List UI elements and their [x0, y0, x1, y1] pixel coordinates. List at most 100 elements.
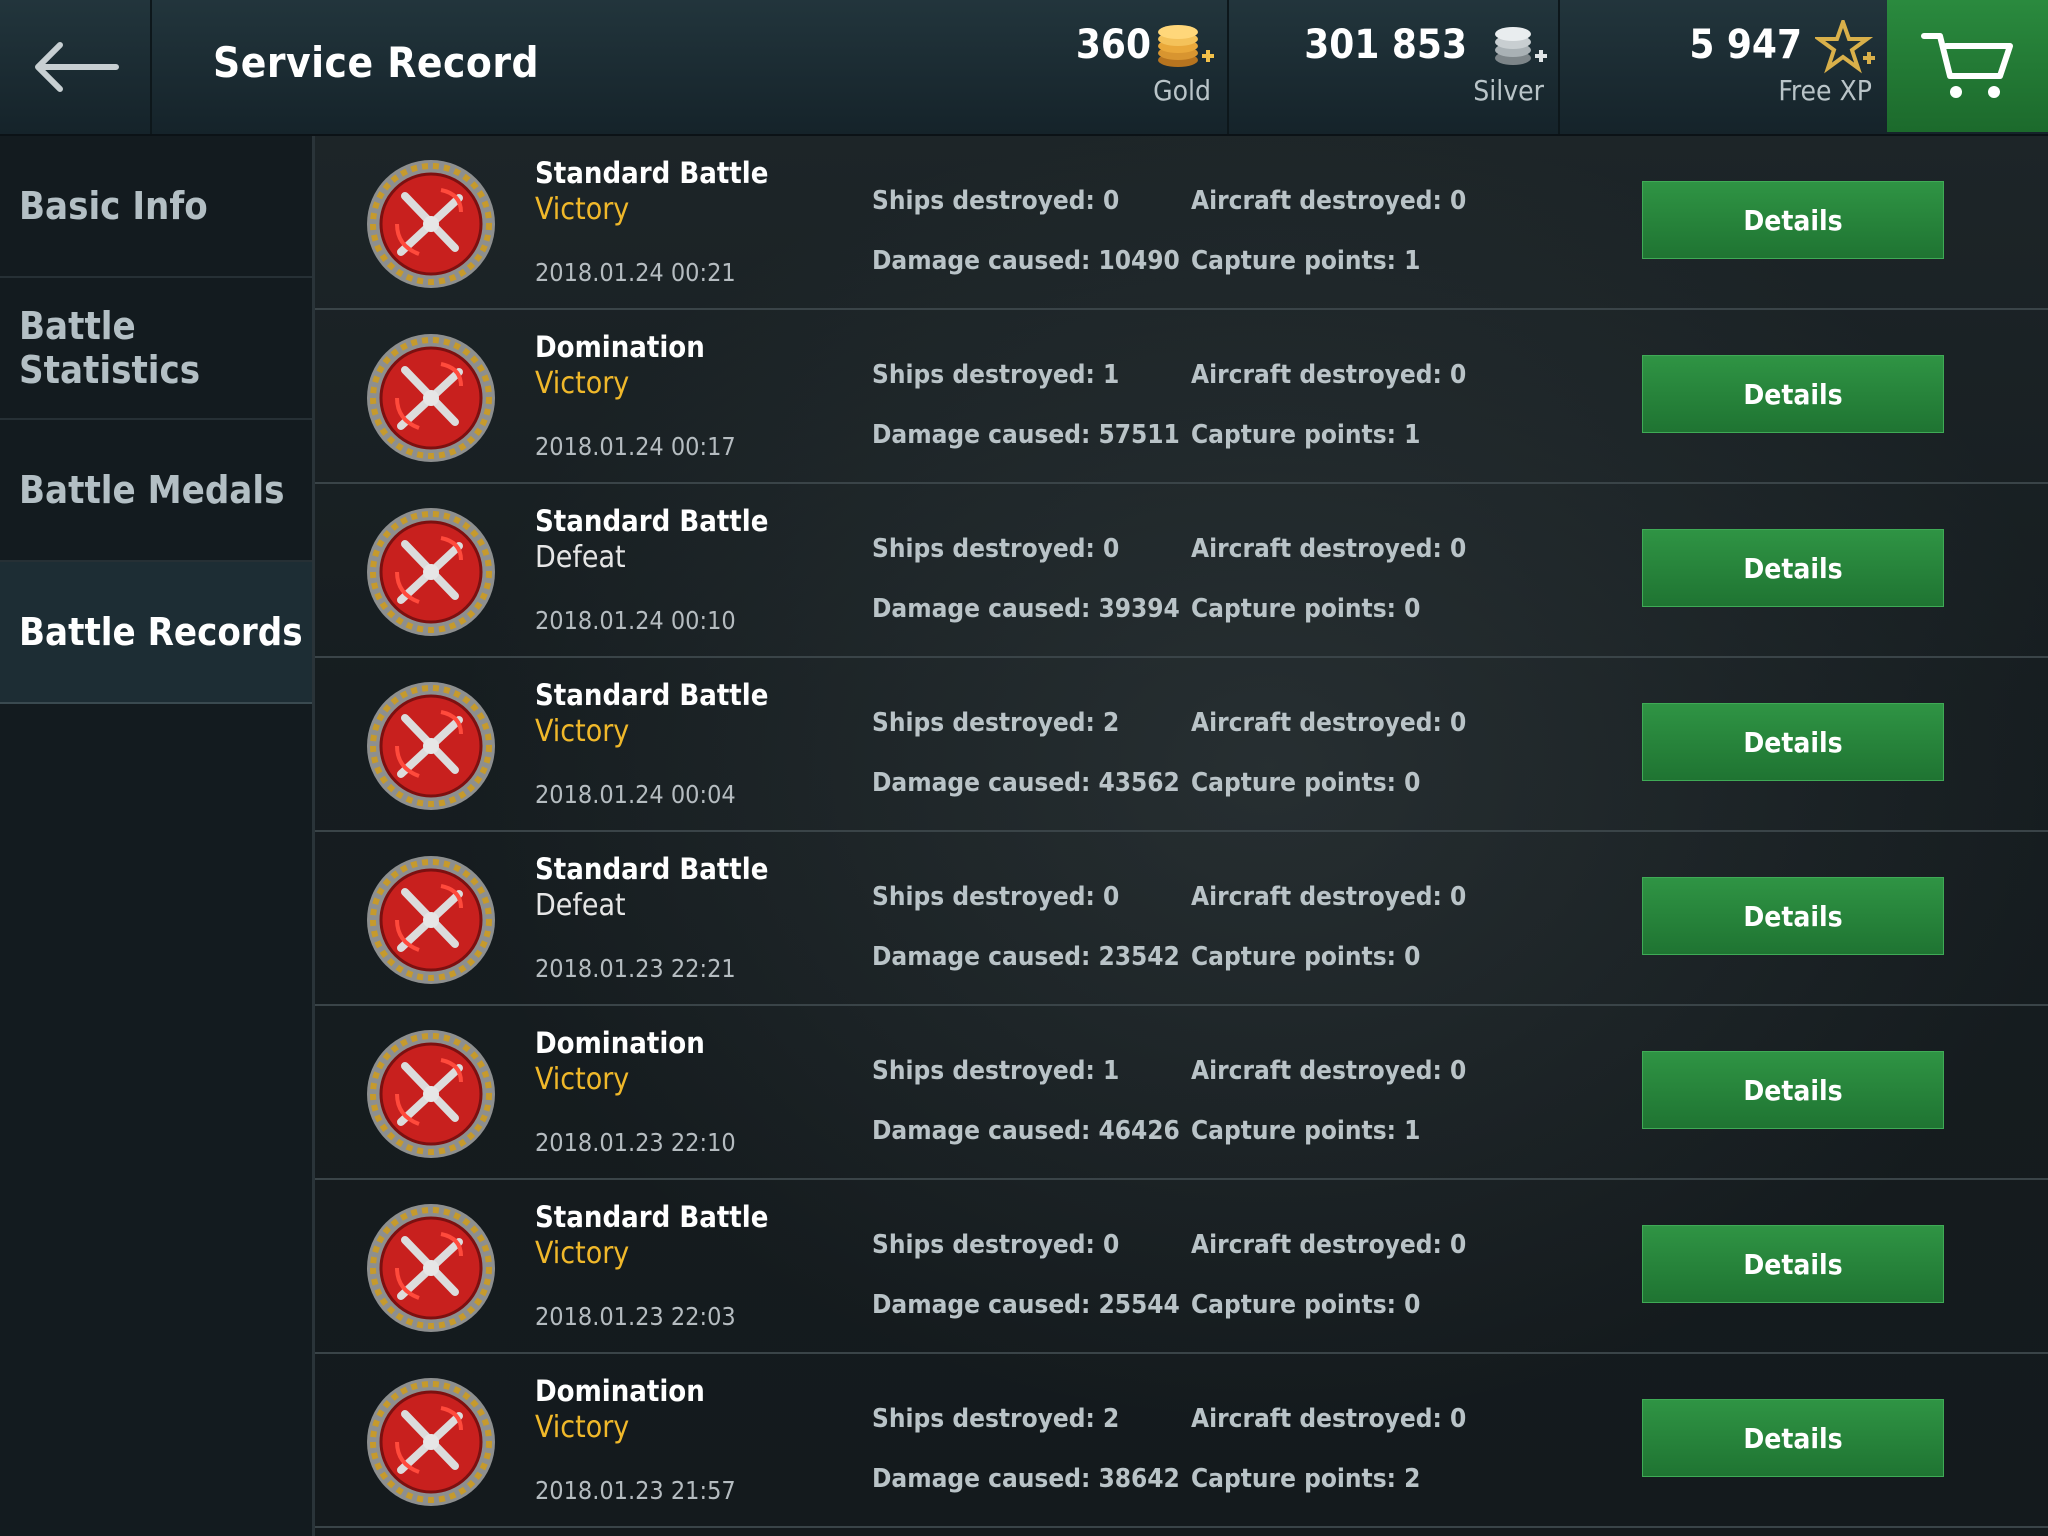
battle-result-badge-icon — [363, 1374, 499, 1510]
battle-type: Standard Battle — [535, 156, 769, 190]
battle-date: 2018.01.23 22:03 — [535, 1302, 736, 1331]
details-button[interactable]: Details — [1642, 1051, 1944, 1129]
silver-value: 301 853 — [1304, 22, 1467, 68]
battle-records-list[interactable]: Standard Battle Victory 2018.01.24 00:21 Sh… — [315, 136, 2048, 1536]
aircraft-destroyed: Aircraft destroyed: 0 — [1191, 708, 1467, 738]
battle-record-row[interactable]: Standard Battle Defeat 2018.01.23 22:21 Shi… — [315, 832, 2048, 1006]
ships-destroyed: Ships destroyed: 0 — [872, 186, 1120, 216]
battle-result: Victory — [535, 192, 630, 227]
aircraft-destroyed: Aircraft destroyed: 0 — [1191, 186, 1467, 216]
sidebar-item-label: Basic Info — [19, 184, 208, 228]
battle-record-row[interactable]: Standard Battle Victory 2018.01.23 22:03 Sh… — [315, 1180, 2048, 1354]
battle-date: 2018.01.24 00:21 — [535, 258, 736, 287]
battle-result-badge-icon — [363, 156, 499, 292]
aircraft-destroyed: Aircraft destroyed: 0 — [1191, 1230, 1467, 1260]
shop-cart-button[interactable] — [1887, 0, 2048, 132]
battle-result-badge-icon — [363, 330, 499, 466]
sidebar-item-battle-records[interactable]: Battle Records — [0, 562, 312, 704]
damage-caused: Damage caused: 25544 — [872, 1290, 1180, 1320]
battle-record-row[interactable]: Standard Battle Victory 2018.01.24 00:21 Sh… — [315, 136, 2048, 310]
capture-points: Capture points: 0 — [1191, 1290, 1421, 1320]
ships-destroyed: Ships destroyed: 0 — [872, 1230, 1120, 1260]
battle-date: 2018.01.24 00:10 — [535, 606, 736, 635]
battle-result-badge-icon — [363, 1026, 499, 1162]
damage-caused: Damage caused: 43562 — [872, 768, 1180, 798]
sidebar-item-battle-statistics[interactable]: Battle Statistics — [0, 278, 312, 420]
battle-result: Victory — [535, 1410, 630, 1445]
capture-points: Capture points: 0 — [1191, 942, 1421, 972]
battle-record-row[interactable]: Domination Victory 2018.01.23 21:57 Ships d… — [315, 1354, 2048, 1528]
aircraft-destroyed: Aircraft destroyed: 0 — [1191, 1404, 1467, 1434]
battle-record-row[interactable]: Standard Battle Victory 2018.01.24 00:04 Sh… — [315, 658, 2048, 832]
ships-destroyed: Ships destroyed: 0 — [872, 882, 1120, 912]
ships-destroyed: Ships destroyed: 2 — [872, 1404, 1120, 1434]
battle-result-badge-icon — [363, 1200, 499, 1336]
ships-destroyed: Ships destroyed: 2 — [872, 708, 1120, 738]
battle-result: Defeat — [535, 888, 626, 923]
capture-points: Capture points: 1 — [1191, 420, 1421, 450]
battle-type: Domination — [535, 330, 705, 364]
page-title: Service Record — [213, 38, 540, 87]
battle-record-row[interactable]: Standard Battle Defeat 2018.01.24 00:10 Shi… — [315, 484, 2048, 658]
details-button[interactable]: Details — [1642, 703, 1944, 781]
capture-points: Capture points: 2 — [1191, 1464, 1421, 1494]
details-button[interactable]: Details — [1642, 1399, 1944, 1477]
aircraft-destroyed: Aircraft destroyed: 0 — [1191, 1056, 1467, 1086]
gold-label: Gold — [1153, 74, 1211, 107]
silver-coins-icon — [1495, 27, 1547, 65]
battle-type: Standard Battle — [535, 678, 769, 712]
free-xp-balance[interactable]: 5 947 Free XP — [1558, 0, 1887, 134]
ships-destroyed: Ships destroyed: 0 — [872, 534, 1120, 564]
capture-points: Capture points: 0 — [1191, 594, 1421, 624]
back-arrow-icon — [35, 42, 119, 92]
capture-points: Capture points: 1 — [1191, 246, 1421, 276]
sidebar-item-basic-info[interactable]: Basic Info — [0, 136, 312, 278]
silver-label: Silver — [1473, 74, 1544, 107]
battle-result: Victory — [535, 714, 630, 749]
damage-caused: Damage caused: 38642 — [872, 1464, 1180, 1494]
battle-result-badge-icon — [363, 852, 499, 988]
capture-points: Capture points: 1 — [1191, 1116, 1421, 1146]
battle-result-badge-icon — [363, 504, 499, 640]
battle-record-row[interactable]: Domination Victory 2018.01.24 00:17 Ships d… — [315, 310, 2048, 484]
ships-destroyed: Ships destroyed: 1 — [872, 1056, 1120, 1086]
sidebar-item-label: Battle Statistics — [19, 304, 201, 392]
gold-coins-icon — [1158, 25, 1214, 67]
details-button[interactable]: Details — [1642, 1225, 1944, 1303]
battle-type: Standard Battle — [535, 852, 769, 886]
battle-type: Standard Battle — [535, 1200, 769, 1234]
ships-destroyed: Ships destroyed: 1 — [872, 360, 1120, 390]
battle-result: Defeat — [535, 540, 626, 575]
battle-type: Domination — [535, 1374, 705, 1408]
battle-result-badge-icon — [363, 678, 499, 814]
sidebar-item-label: Battle Medals — [19, 468, 285, 512]
battle-result: Victory — [535, 366, 630, 401]
battle-result: Victory — [535, 1236, 630, 1271]
sidebar-item-battle-medals[interactable]: Battle Medals — [0, 420, 312, 562]
battle-type: Domination — [535, 1026, 705, 1060]
capture-points: Capture points: 0 — [1191, 768, 1421, 798]
damage-caused: Damage caused: 10490 — [872, 246, 1180, 276]
battle-date: 2018.01.23 21:57 — [535, 1476, 736, 1505]
details-button[interactable]: Details — [1642, 529, 1944, 607]
cart-icon — [1920, 33, 2013, 98]
battle-result: Victory — [535, 1062, 630, 1097]
back-button[interactable] — [0, 0, 152, 134]
sidebar: Basic Info Battle Statistics Battle Meda… — [0, 136, 315, 1536]
details-button[interactable]: Details — [1642, 355, 1944, 433]
damage-caused: Damage caused: 57511 — [872, 420, 1180, 450]
top-bar: Service Record 360 Gold 301 853 Silver 5… — [0, 0, 2048, 136]
gold-value: 360 — [1075, 22, 1151, 68]
battle-date: 2018.01.24 00:04 — [535, 780, 736, 809]
free-xp-value: 5 947 — [1689, 22, 1802, 68]
aircraft-destroyed: Aircraft destroyed: 0 — [1191, 360, 1467, 390]
aircraft-destroyed: Aircraft destroyed: 0 — [1191, 882, 1467, 912]
gold-balance[interactable]: 360 Gold — [1040, 0, 1226, 134]
details-button[interactable]: Details — [1642, 181, 1944, 259]
silver-balance[interactable]: 301 853 Silver — [1227, 0, 1559, 134]
battle-type: Standard Battle — [535, 504, 769, 538]
free-xp-label: Free XP — [1778, 74, 1872, 107]
battle-record-row[interactable]: Domination Victory 2018.01.23 22:10 Ships d… — [315, 1006, 2048, 1180]
details-button[interactable]: Details — [1642, 877, 1944, 955]
sidebar-item-label: Battle Records — [19, 610, 303, 654]
